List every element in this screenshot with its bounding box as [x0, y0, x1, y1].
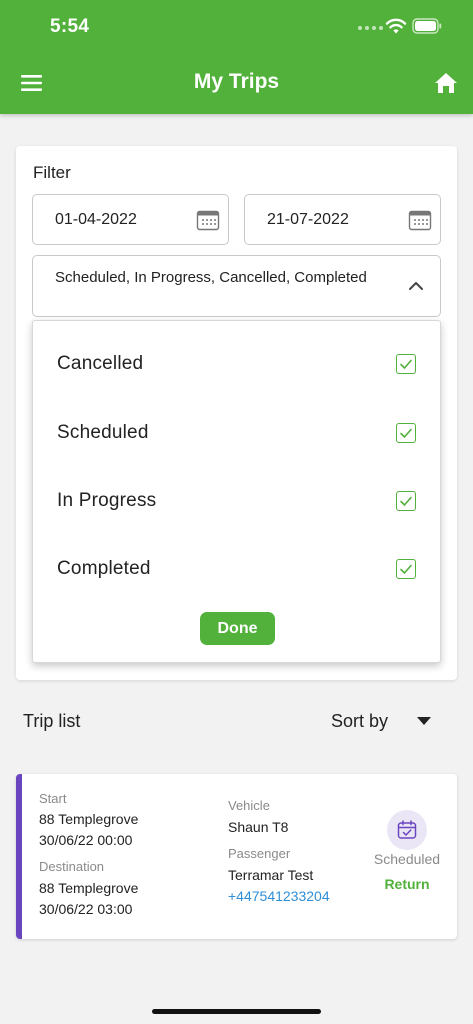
option-completed[interactable]: Completed	[33, 538, 440, 598]
date-to-value: 21-07-2022	[267, 211, 349, 228]
calendar-check-icon	[397, 820, 417, 839]
sort-by-button[interactable]: Sort by	[331, 711, 388, 732]
return-button[interactable]: Return	[370, 876, 444, 892]
option-in-progress[interactable]: In Progress	[33, 470, 440, 530]
start-address: 88 Templegrove	[39, 811, 139, 827]
option-label: In Progress	[57, 490, 157, 511]
destination-time: 30/06/22 03:00	[39, 901, 133, 917]
vehicle-caption: Vehicle	[228, 798, 270, 813]
trip-card[interactable]: Start 88 Templegrove 30/06/22 00:00 Dest…	[16, 774, 457, 939]
checkbox-checked-icon[interactable]	[396, 559, 416, 579]
trip-list-label: Trip list	[23, 711, 81, 731]
date-to-field[interactable]: 21-07-2022	[244, 194, 441, 245]
caret-down-icon[interactable]	[417, 717, 431, 726]
status-filter-value: Scheduled, In Progress, Cancelled, Compl…	[55, 269, 367, 286]
date-from-value: 01-04-2022	[55, 211, 137, 228]
status-badge	[387, 810, 427, 850]
wifi-icon	[385, 18, 407, 34]
chevron-up-icon	[409, 282, 423, 290]
checkbox-checked-icon[interactable]	[396, 354, 416, 374]
battery-icon	[412, 18, 442, 34]
date-from-field[interactable]: 01-04-2022	[32, 194, 229, 245]
destination-caption: Destination	[39, 859, 105, 874]
option-cancelled[interactable]: Cancelled	[33, 333, 440, 393]
passenger-caption: Passenger	[228, 846, 291, 861]
option-scheduled[interactable]: Scheduled	[33, 402, 440, 462]
signal-icon	[358, 26, 383, 30]
page-title: My Trips	[193, 70, 280, 93]
passenger-phone-link[interactable]: +447541233204	[228, 888, 330, 904]
vehicle-name: Shaun T8	[228, 819, 289, 835]
status-accent-bar	[16, 774, 22, 939]
status-dropdown: Cancelled Scheduled In Progress Complete…	[32, 320, 441, 663]
destination-address: 88 Templegrove	[39, 880, 139, 896]
status-filter-select[interactable]: Scheduled, In Progress, Cancelled, Compl…	[32, 255, 441, 317]
filter-label: Filter	[33, 163, 71, 182]
option-label: Cancelled	[57, 353, 144, 374]
start-caption: Start	[39, 791, 67, 806]
done-button[interactable]: Done	[200, 612, 275, 645]
home-icon[interactable]	[432, 70, 460, 96]
app-bar: 5:54 My Trips	[0, 0, 473, 114]
option-label: Completed	[57, 558, 151, 579]
option-label: Scheduled	[57, 422, 149, 443]
trip-status: Scheduled	[373, 851, 441, 867]
calendar-icon	[196, 210, 220, 231]
checkbox-checked-icon[interactable]	[396, 423, 416, 443]
status-time: 5:54	[50, 16, 90, 37]
start-time: 30/06/22 00:00	[39, 832, 133, 848]
passenger-name: Terramar Test	[228, 867, 314, 883]
home-indicator	[152, 1009, 321, 1014]
checkbox-checked-icon[interactable]	[396, 491, 416, 511]
calendar-icon	[408, 210, 432, 231]
